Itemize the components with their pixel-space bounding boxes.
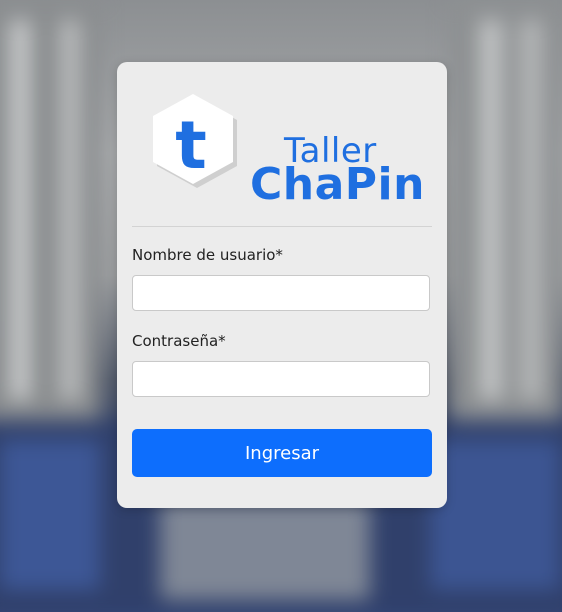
username-input[interactable] bbox=[132, 275, 430, 311]
login-card: t Taller ChaPin Nombre de usuario* Contr… bbox=[117, 62, 447, 508]
password-input[interactable] bbox=[132, 361, 430, 397]
submit-button[interactable]: Ingresar bbox=[132, 429, 432, 477]
brand-logo: t Taller ChaPin bbox=[147, 92, 424, 208]
username-label: Nombre de usuario* bbox=[132, 246, 283, 264]
brand-name-line2: ChaPin bbox=[250, 159, 425, 210]
divider bbox=[132, 226, 432, 227]
password-label: Contraseña* bbox=[132, 332, 226, 350]
logo-letter: t bbox=[175, 107, 207, 184]
hexagon-t-logo-icon: t bbox=[153, 94, 237, 188]
